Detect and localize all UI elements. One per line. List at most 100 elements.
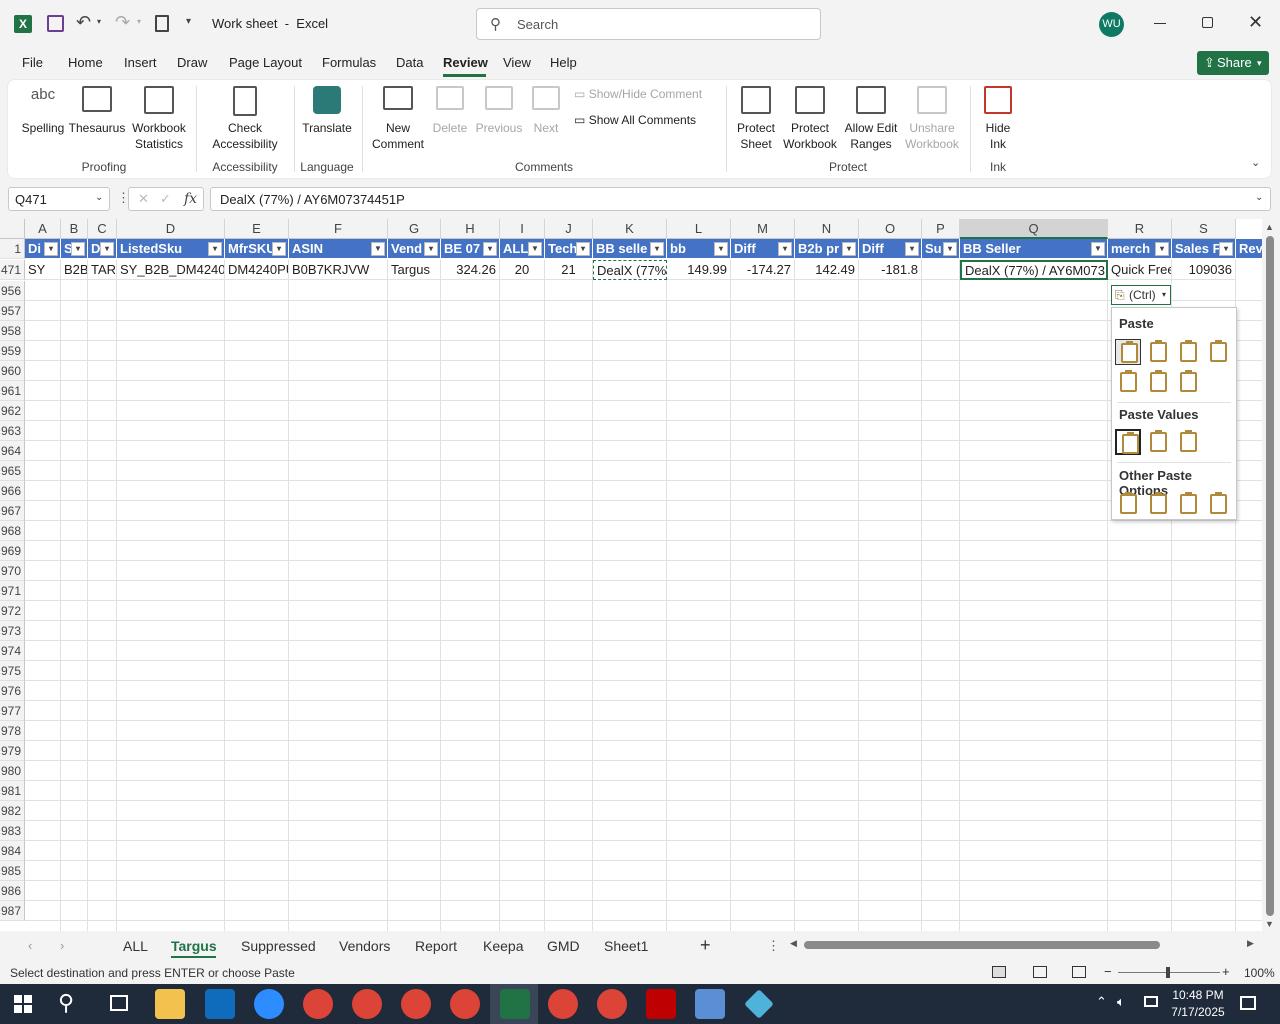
zoom-in-icon[interactable]: +	[1222, 964, 1230, 979]
row-header-1[interactable]: 1	[0, 239, 25, 259]
header-cell-e[interactable]: MfrSKU ▾	[225, 239, 289, 259]
cell-n471[interactable]: 142.49	[795, 260, 859, 280]
row-header[interactable]: 966	[0, 481, 25, 501]
scroll-down-icon[interactable]: ▼	[1265, 919, 1274, 929]
filezilla-icon[interactable]	[646, 989, 676, 1019]
row-header[interactable]: 983	[0, 821, 25, 841]
row-header[interactable]: 970	[0, 561, 25, 581]
column-header-h[interactable]: H	[441, 219, 500, 239]
column-header-f[interactable]: F	[289, 219, 388, 239]
sheet-tab-sheet1[interactable]: Sheet1	[604, 938, 648, 954]
translate-button[interactable]: Translate	[300, 86, 354, 136]
clock-time[interactable]: 10:48 PM	[1168, 988, 1228, 1002]
sheet-tab-vendors[interactable]: Vendors	[339, 938, 390, 954]
row-header[interactable]: 985	[0, 861, 25, 881]
notifications-icon[interactable]	[1240, 996, 1256, 1010]
cell-c471[interactable]: TAR	[88, 260, 117, 280]
cell-k471[interactable]: DealX (77%	[593, 260, 667, 280]
enter-icon[interactable]: ✓	[160, 191, 171, 207]
paste-no-borders-icon[interactable]	[1115, 369, 1141, 395]
check-accessibility-button[interactable]: Check Accessibility	[204, 86, 286, 152]
row-header[interactable]: 958	[0, 321, 25, 341]
column-header-q[interactable]: Q	[960, 219, 1108, 239]
normal-view-icon[interactable]	[992, 966, 1006, 978]
vertical-scroll-thumb[interactable]	[1266, 236, 1274, 916]
cancel-icon[interactable]: ✕	[138, 191, 149, 207]
protect-workbook-button[interactable]: Protect Workbook	[780, 86, 840, 152]
paste-values-number-format-icon[interactable]	[1145, 429, 1171, 455]
show-hidden-icons[interactable]: ⌃	[1096, 994, 1107, 1010]
filter-dropdown-icon[interactable]: ▾	[1219, 242, 1233, 256]
column-header-r[interactable]: R	[1108, 219, 1172, 239]
header-cell-i[interactable]: ALL ▼	[500, 239, 545, 259]
filter-dropdown-icon[interactable]: ▾	[424, 242, 438, 256]
sheet-tab-all[interactable]: ALL	[123, 938, 148, 954]
insert-function-icon[interactable]: fx	[184, 191, 197, 207]
row-header[interactable]: 968	[0, 521, 25, 541]
filter-dropdown-icon[interactable]: ▼	[1091, 242, 1105, 256]
cell-b471[interactable]: B2B	[61, 260, 88, 280]
allow-edit-ranges-button[interactable]: Allow Edit Ranges	[840, 86, 902, 152]
tab-home[interactable]: Home	[68, 55, 103, 70]
filter-dropdown-icon[interactable]: ▾	[208, 242, 222, 256]
sheet-tab-gmd[interactable]: GMD	[547, 938, 580, 954]
tab-view[interactable]: View	[503, 55, 531, 70]
thesaurus-button[interactable]: Thesaurus	[68, 86, 126, 136]
row-header[interactable]: 979	[0, 741, 25, 761]
filter-dropdown-icon[interactable]: ▾	[943, 242, 957, 256]
filter-dropdown-icon[interactable]: ▾	[483, 242, 497, 256]
hide-ink-button[interactable]: Hide Ink	[976, 86, 1020, 152]
undo-dropdown-icon[interactable]: ▾	[97, 17, 101, 26]
cell-i471[interactable]: 20	[500, 260, 545, 280]
cell-p471[interactable]	[922, 260, 960, 280]
task-view-icon[interactable]	[110, 995, 128, 1011]
filter-dropdown-icon[interactable]: ▾	[71, 242, 85, 256]
header-cell-q[interactable]: BB Seller ▼	[960, 239, 1108, 259]
cell-q471[interactable]: DealX (77%) / AY6M073	[960, 260, 1108, 280]
paste-transpose-icon[interactable]	[1175, 369, 1201, 395]
header-cell-r[interactable]: merch ▾	[1108, 239, 1172, 259]
chrome-profile-icon[interactable]	[450, 989, 480, 1019]
tab-formulas[interactable]: Formulas	[322, 55, 376, 70]
cell-g471[interactable]: Targus	[388, 260, 441, 280]
row-header[interactable]: 978	[0, 721, 25, 741]
column-header-b[interactable]: B	[61, 219, 88, 239]
filter-dropdown-icon[interactable]: ▾	[714, 242, 728, 256]
customize-qat-icon[interactable]: ▾	[186, 16, 191, 27]
close-icon[interactable]: ✕	[1248, 12, 1263, 33]
row-header[interactable]: 973	[0, 621, 25, 641]
column-header-g[interactable]: G	[388, 219, 441, 239]
paste-picture-icon[interactable]	[1175, 491, 1201, 517]
tab-review[interactable]: Review	[443, 55, 488, 70]
tab-options-icon[interactable]: ⋮	[767, 938, 780, 954]
paste-values-icon[interactable]	[1115, 429, 1141, 455]
horizontal-scrollbar[interactable]: ◀ ▶	[790, 938, 1260, 952]
sheet-tab-keepa[interactable]: Keepa	[483, 938, 523, 954]
page-layout-view-icon[interactable]	[1033, 966, 1047, 978]
prev-sheet-icon[interactable]: ‹	[28, 938, 32, 953]
filter-dropdown-icon[interactable]: ▾	[778, 242, 792, 256]
tab-help[interactable]: Help	[550, 55, 577, 70]
workbook-statistics-button[interactable]: Workbook Statistics	[128, 86, 190, 152]
row-header[interactable]: 987	[0, 901, 25, 921]
page-break-view-icon[interactable]	[1072, 966, 1086, 978]
form-icon[interactable]	[155, 15, 169, 32]
protect-sheet-button[interactable]: Protect Sheet	[730, 86, 782, 152]
sheet-tab-report[interactable]: Report	[415, 938, 457, 954]
avatar[interactable]: WU	[1099, 12, 1124, 37]
spelling-button[interactable]: abc Spelling	[19, 86, 67, 136]
paste-options-button[interactable]: ⎘ (Ctrl) ▾	[1111, 285, 1171, 305]
column-header-n[interactable]: N	[795, 219, 859, 239]
header-cell-f[interactable]: ASIN ▼	[289, 239, 388, 259]
cell-l471[interactable]: 149.99	[667, 260, 731, 280]
paste-linked-picture-icon[interactable]	[1205, 491, 1231, 517]
tab-page-layout[interactable]: Page Layout	[229, 55, 302, 70]
cell-o471[interactable]: -181.8	[859, 260, 922, 280]
show-hide-comment-button[interactable]: ▭ Show/Hide Comment	[574, 87, 702, 101]
header-cell-o[interactable]: Diff ▾	[859, 239, 922, 259]
network-icon[interactable]	[1144, 996, 1158, 1007]
cell-h471[interactable]: 324.26	[441, 260, 500, 280]
filter-dropdown-icon[interactable]: ▾	[1155, 242, 1169, 256]
chrome-profile-icon[interactable]	[401, 989, 431, 1019]
cell-s471[interactable]: 109036	[1172, 260, 1236, 280]
